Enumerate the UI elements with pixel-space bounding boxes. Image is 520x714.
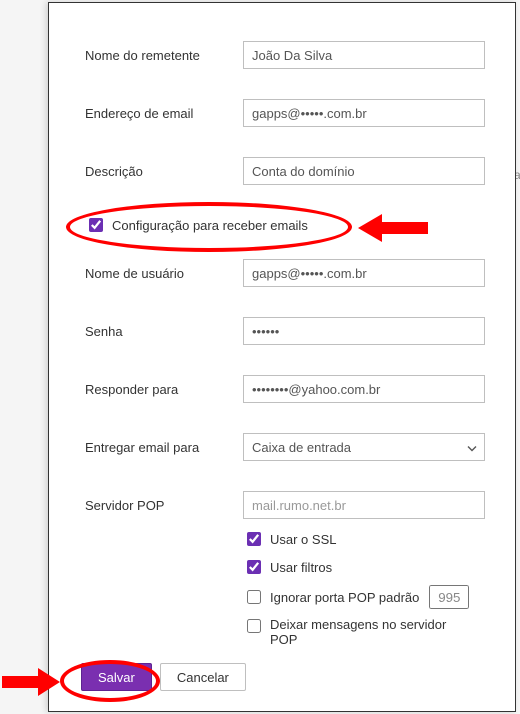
description-label: Descrição (85, 164, 243, 179)
description-input[interactable] (243, 157, 485, 185)
use-ssl-checkbox[interactable] (247, 532, 261, 546)
deliver-to-label: Entregar email para (85, 440, 243, 455)
pop-server-label: Servidor POP (85, 498, 243, 513)
use-ssl-row: Usar o SSL (243, 529, 485, 549)
leave-messages-row: Deixar mensagens no servidor POP (243, 617, 485, 647)
username-row: Nome de usuário (85, 259, 485, 287)
ignore-port-row: Ignorar porta POP padrão (243, 585, 485, 609)
dialog-footer: Salvar Cancelar (81, 663, 246, 691)
email-address-input[interactable] (243, 99, 485, 127)
port-input[interactable] (429, 585, 469, 609)
description-row: Descrição (85, 157, 485, 185)
receive-config-label: Configuração para receber emails (112, 218, 308, 233)
use-filters-checkbox[interactable] (247, 560, 261, 574)
reply-to-row: Responder para (85, 375, 485, 403)
email-account-dialog: Nome do remetente Endereço de email Desc… (48, 2, 516, 712)
cancel-button[interactable]: Cancelar (160, 663, 246, 691)
leave-messages-label: Deixar mensagens no servidor POP (270, 617, 470, 647)
username-input[interactable] (243, 259, 485, 287)
deliver-to-select[interactable]: Caixa de entrada (243, 433, 485, 461)
password-row: Senha (85, 317, 485, 345)
pop-options: Usar o SSL Usar filtros Ignorar porta PO… (243, 529, 485, 647)
ignore-port-checkbox[interactable] (247, 590, 261, 604)
save-button[interactable]: Salvar (81, 663, 152, 691)
password-label: Senha (85, 324, 243, 339)
deliver-to-row: Entregar email para Caixa de entrada (85, 433, 485, 461)
password-input[interactable] (243, 317, 485, 345)
leave-messages-checkbox[interactable] (247, 619, 261, 633)
receive-config-checkbox[interactable] (89, 218, 103, 232)
use-filters-row: Usar filtros (243, 557, 485, 577)
pop-server-row: Servidor POP (85, 491, 485, 519)
reply-to-label: Responder para (85, 382, 243, 397)
use-ssl-label: Usar o SSL (270, 532, 336, 547)
sender-name-label: Nome do remetente (85, 48, 243, 63)
reply-to-input[interactable] (243, 375, 485, 403)
email-address-row: Endereço de email (85, 99, 485, 127)
email-address-label: Endereço de email (85, 106, 243, 121)
ignore-port-label: Ignorar porta POP padrão (270, 590, 419, 605)
use-filters-label: Usar filtros (270, 560, 332, 575)
username-label: Nome de usuário (85, 266, 243, 281)
sender-name-input[interactable] (243, 41, 485, 69)
sender-name-row: Nome do remetente (85, 41, 485, 69)
pop-server-input[interactable] (243, 491, 485, 519)
receive-config-row: Configuração para receber emails (85, 215, 485, 235)
